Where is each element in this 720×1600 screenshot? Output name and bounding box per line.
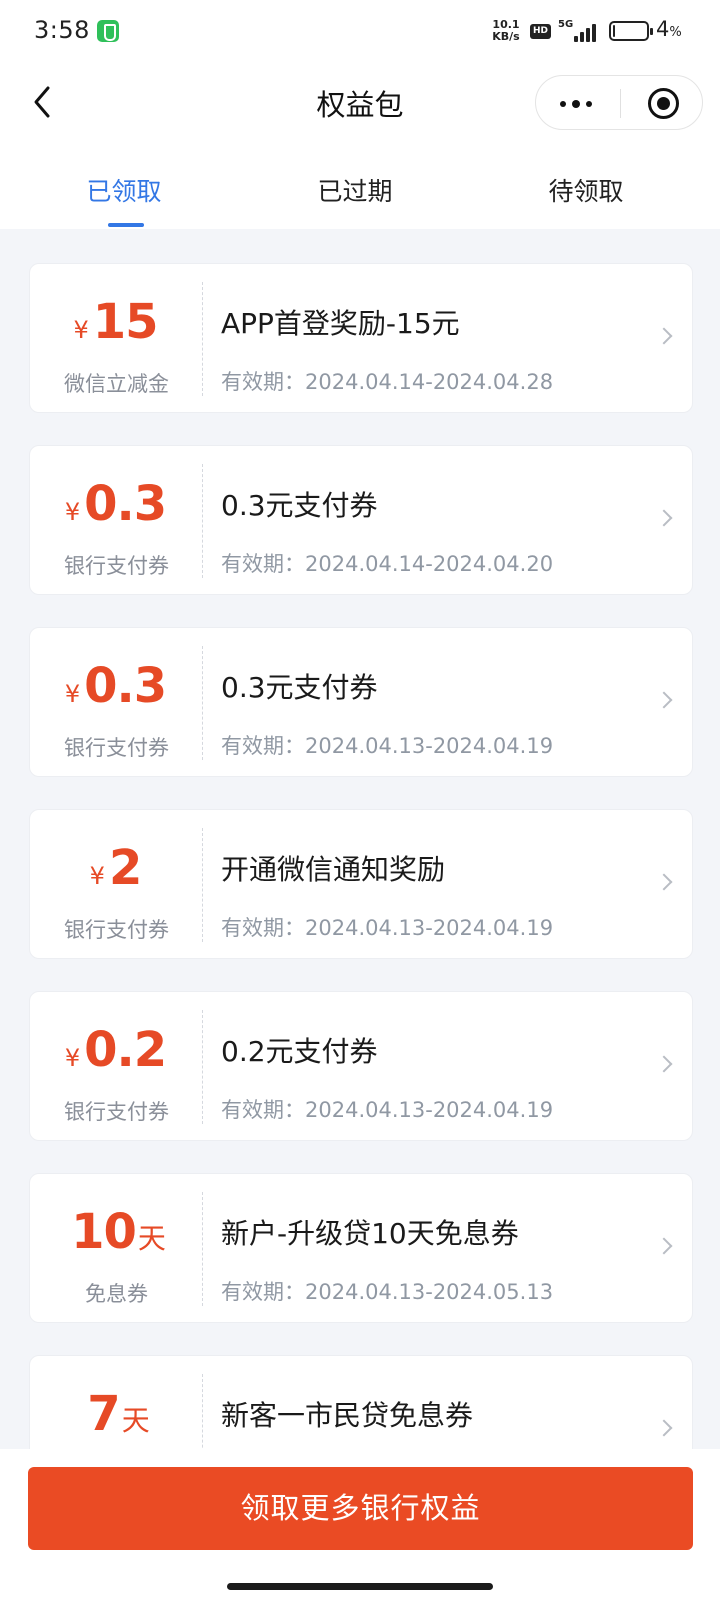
coupon-amount: ¥0.3	[64, 658, 167, 714]
coupon-kind: 银行支付券	[64, 1100, 169, 1124]
dashed-divider	[202, 1374, 203, 1449]
dashed-divider	[202, 828, 203, 942]
coupon-card[interactable]: 7天 新客一市民贷免息券	[29, 1355, 693, 1449]
coupon-value-area: ¥0.3 银行支付券	[30, 446, 203, 596]
coupon-amount: ¥0.2	[64, 1022, 167, 1078]
chevron-right-icon	[655, 1419, 673, 1437]
net-speed: 10.1 KB/s	[489, 19, 523, 43]
nav-bar: 权益包	[0, 64, 720, 144]
coupon-validity: 有效期：2024.04.13-2024.05.13	[221, 1280, 554, 1304]
battery-fill	[613, 25, 615, 37]
coupon-card[interactable]: ¥2 银行支付券 开通微信通知奖励 有效期：2024.04.13-2024.04…	[29, 809, 693, 959]
chevron-right-icon	[655, 327, 673, 345]
dashed-divider	[202, 282, 203, 396]
coupon-name: 新客一市民贷免息券	[221, 1399, 474, 1432]
chevron-right-icon	[655, 873, 673, 891]
dashed-divider	[202, 646, 203, 760]
signal-icon	[566, 22, 602, 42]
coupon-validity: 有效期：2024.04.13-2024.04.19	[221, 916, 554, 940]
coupon-value-area: ¥15 微信立减金	[30, 264, 203, 414]
more-button[interactable]	[536, 76, 620, 131]
chevron-right-icon	[655, 509, 673, 527]
coupon-card[interactable]: ¥0.2 银行支付券 0.2元支付券 有效期：2024.04.13-2024.0…	[29, 991, 693, 1141]
target-close-icon[interactable]	[648, 88, 679, 119]
tab-expired[interactable]: 已过期	[235, 172, 475, 208]
coupon-name: 开通微信通知奖励	[221, 853, 446, 886]
coupon-amount: ¥2	[89, 840, 143, 896]
coupon-kind: 免息券	[85, 1282, 148, 1306]
coupon-card[interactable]: ¥15 微信立减金 APP首登奖励-15元 有效期：2024.04.14-202…	[29, 263, 693, 413]
battery-percent: 4%	[656, 17, 682, 41]
capsule-divider	[620, 89, 621, 118]
status-time: 3:58	[34, 16, 90, 44]
coupon-validity: 有效期：2024.04.14-2024.04.28	[221, 370, 554, 394]
coupon-name: 0.3元支付券	[221, 489, 378, 522]
mini-program-capsule	[535, 75, 703, 130]
coupon-name: 0.3元支付券	[221, 671, 378, 704]
coupon-card[interactable]: 10天 免息券 新户-升级贷10天免息券 有效期：2024.04.13-2024…	[29, 1173, 693, 1323]
hd-icon: HD	[530, 24, 551, 39]
coupon-amount: 7天	[87, 1386, 150, 1442]
coupon-name: 新户-升级贷10天免息券	[221, 1217, 519, 1250]
dashed-divider	[202, 1192, 203, 1306]
coupon-kind: 微信立减金	[64, 372, 169, 396]
coupon-validity: 有效期：2024.04.14-2024.04.20	[221, 552, 554, 576]
coupon-value-area: ¥0.3 银行支付券	[30, 628, 203, 778]
coupon-list[interactable]: ¥15 微信立减金 APP首登奖励-15元 有效期：2024.04.14-202…	[0, 229, 720, 1449]
coupon-card[interactable]: ¥0.3 银行支付券 0.3元支付券 有效期：2024.04.14-2024.0…	[29, 445, 693, 595]
bottom-bar: 领取更多银行权益	[0, 1449, 720, 1600]
shield-icon	[97, 20, 119, 42]
coupon-name: 0.2元支付券	[221, 1035, 378, 1068]
home-indicator[interactable]	[227, 1583, 493, 1590]
coupon-amount: 10天	[71, 1204, 166, 1260]
status-bar: 3:58 10.1 KB/s HD 5G 4%	[0, 0, 720, 64]
net-speed-unit: KB/s	[492, 30, 520, 43]
coupon-validity: 有效期：2024.04.13-2024.04.19	[221, 734, 554, 758]
tab-received[interactable]: 已领取	[4, 172, 244, 208]
coupon-card[interactable]: ¥0.3 银行支付券 0.3元支付券 有效期：2024.04.13-2024.0…	[29, 627, 693, 777]
coupon-value-area: 10天 免息券	[30, 1174, 203, 1324]
coupon-kind: 银行支付券	[64, 918, 169, 942]
chevron-right-icon	[655, 1055, 673, 1073]
tab-pending[interactable]: 待领取	[466, 172, 706, 208]
chevron-right-icon	[655, 691, 673, 709]
coupon-validity: 有效期：2024.04.13-2024.04.19	[221, 1098, 554, 1122]
dashed-divider	[202, 464, 203, 578]
coupon-value-area: ¥0.2 银行支付券	[30, 992, 203, 1142]
get-more-benefits-button[interactable]: 领取更多银行权益	[28, 1467, 693, 1550]
coupon-amount: ¥0.3	[64, 476, 167, 532]
dashed-divider	[202, 1010, 203, 1124]
more-dots-icon	[560, 101, 566, 107]
coupon-value-area: 7天	[30, 1356, 203, 1449]
chevron-right-icon	[655, 1237, 673, 1255]
tab-bar: 已领取 已过期 待领取	[0, 160, 720, 229]
coupon-value-area: ¥2 银行支付券	[30, 810, 203, 960]
coupon-name: APP首登奖励-15元	[221, 307, 460, 340]
header-area: 3:58 10.1 KB/s HD 5G 4% 权益包 已领取 已过期 待领取	[0, 0, 720, 229]
coupon-kind: 银行支付券	[64, 736, 169, 760]
battery-icon	[609, 21, 653, 41]
coupon-kind: 银行支付券	[64, 554, 169, 578]
tab-indicator	[108, 223, 144, 227]
coupon-amount: ¥15	[73, 294, 158, 350]
